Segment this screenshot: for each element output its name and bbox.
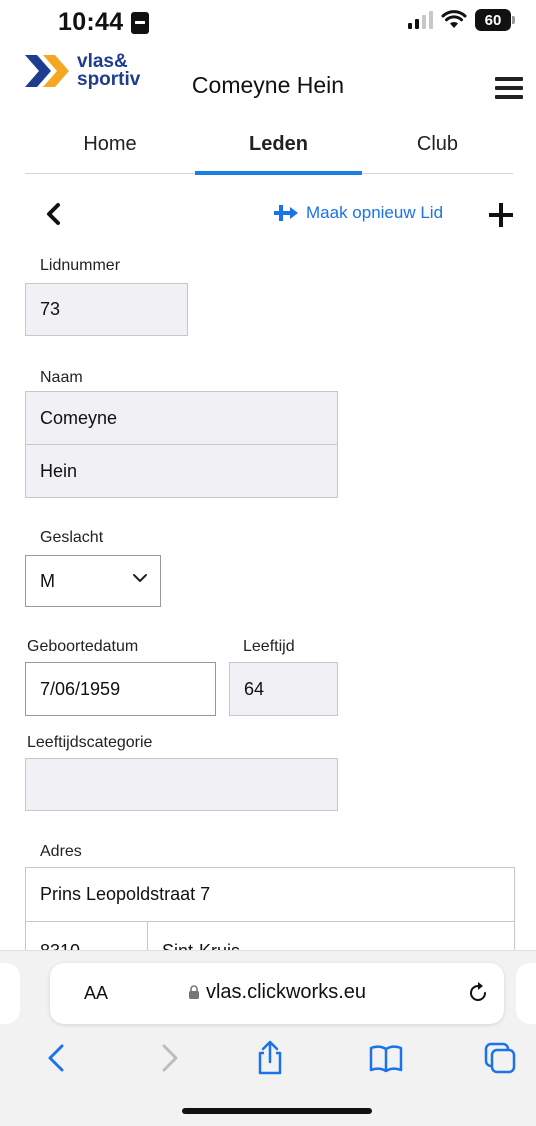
signal-icon [408,11,433,29]
lidnummer-value: 73 [40,299,61,319]
achternaam-value: Comeyne [40,407,118,428]
voornaam-value: Hein [40,460,78,481]
geslacht-select[interactable]: M [25,555,161,607]
lidnummer-field[interactable]: 73 [25,283,188,336]
browser-forward-icon[interactable] [150,1040,186,1076]
url-text: vlas.clickworks.eu [205,981,367,1003]
menu-icon[interactable] [495,77,523,99]
bookmarks-icon[interactable] [368,1040,404,1076]
address-bar[interactable]: AA vlas.clickworks.eu [50,963,504,1024]
url-display[interactable]: vlas.clickworks.eu [50,981,504,1004]
leeftijdscategorie-field [25,758,338,811]
geboortedatum-field[interactable]: 7/06/1959 [25,662,216,716]
leeftijd-field: 64 [229,662,338,716]
voornaam-field[interactable]: Hein [25,444,338,498]
cross-arrow-icon [274,205,298,221]
browser-back-icon[interactable] [40,1040,76,1076]
status-time: 10:44 [58,8,150,37]
chevron-down-icon [133,574,147,582]
achternaam-field[interactable]: Comeyne [25,391,338,445]
wifi-icon [441,10,467,28]
next-tab-card[interactable] [516,963,536,1024]
battery-icon: 60 [475,9,515,31]
previous-tab-card[interactable] [0,963,20,1024]
remake-member-label: Maak opnieuw Lid [306,203,444,222]
leeftijd-label: Leeftijd [243,638,295,655]
id-card-icon [131,11,150,34]
remake-member-link[interactable]: Maak opnieuw Lid [274,203,443,223]
tab-bar: Home Leden Club [25,128,513,175]
tab-club[interactable]: Club [362,128,513,173]
naam-label: Naam [40,369,83,386]
leeftijd-value: 64 [244,678,265,699]
straat-field[interactable]: Prins Leopoldstraat 7 [25,867,515,922]
tabs-icon[interactable] [482,1040,518,1076]
straat-value: Prins Leopoldstraat 7 [40,884,211,904]
tab-leden[interactable]: Leden [195,128,362,175]
status-time-text: 10:44 [58,8,124,36]
geboortedatum-label: Geboortedatum [27,638,139,655]
geslacht-label: Geslacht [40,529,104,546]
lidnummer-label: Lidnummer [40,257,121,274]
leeftijdscategorie-label: Leeftijdscategorie [27,734,153,751]
reload-icon[interactable] [466,981,490,1005]
tab-home[interactable]: Home [25,128,195,173]
battery-level: 60 [484,11,502,29]
geboortedatum-value: 7/06/1959 [40,678,121,699]
share-icon[interactable] [252,1040,288,1076]
page-title: Comeyne Hein [191,72,345,98]
geslacht-value: M [40,570,55,591]
home-indicator [182,1108,372,1114]
status-indicators: 60 [408,9,515,31]
adres-label: Adres [40,843,82,860]
add-member-icon[interactable] [487,201,515,229]
back-chevron-icon[interactable] [41,200,67,228]
lock-icon [188,985,199,999]
